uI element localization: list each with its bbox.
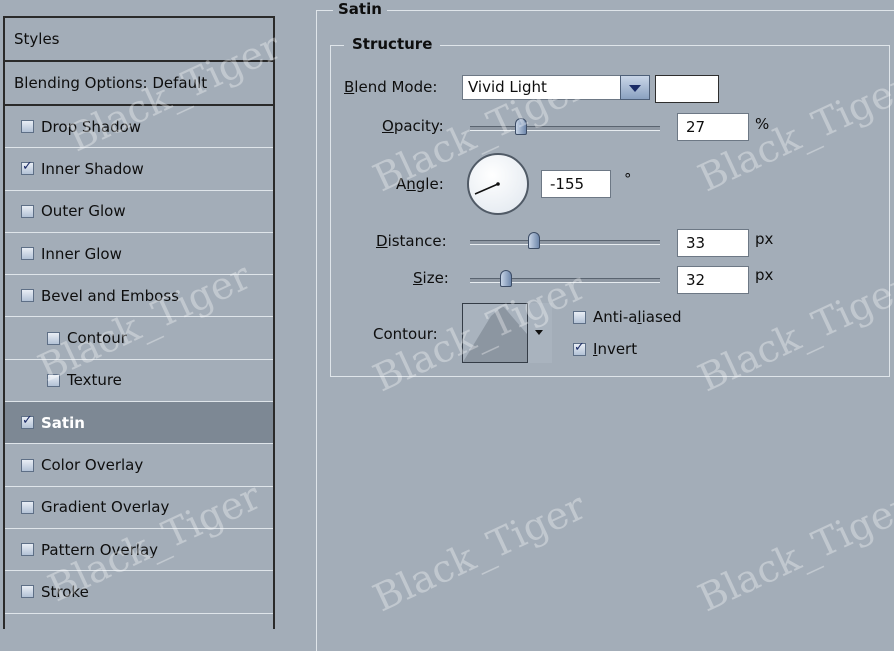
style-item-checkbox[interactable] (47, 331, 60, 345)
style-item-stroke[interactable]: Stroke (5, 571, 273, 614)
style-item-inner-shadow[interactable]: Inner Shadow (5, 148, 273, 191)
style-item-drop-shadow[interactable]: Drop Shadow (5, 106, 273, 149)
size-value: 32 (686, 271, 706, 289)
style-item-checkbox[interactable] (21, 458, 34, 472)
style-item-label: Drop Shadow (41, 117, 142, 136)
style-item-checkbox[interactable] (47, 373, 60, 387)
style-item-inner-glow[interactable]: Inner Glow (5, 233, 273, 276)
size-label: Size: (413, 269, 449, 287)
style-item-satin[interactable]: Satin (5, 402, 273, 445)
style-item-label: Stroke (41, 582, 89, 601)
invert-label: Invert (593, 340, 638, 358)
satin-color-swatch[interactable] (655, 75, 719, 103)
distance-field[interactable]: 33 (677, 229, 749, 257)
style-item-label: Pattern Overlay (41, 540, 159, 559)
satin-title: Satin (333, 0, 387, 18)
opacity-value: 27 (686, 118, 706, 136)
distance-slider-track (470, 240, 660, 245)
angle-dial-needle (474, 182, 500, 195)
blend-mode-value: Vivid Light (468, 78, 547, 96)
distance-slider-thumb[interactable] (528, 232, 540, 249)
style-item-checkbox[interactable] (21, 413, 34, 430)
style-item-checkbox[interactable] (21, 543, 34, 557)
style-item-gradient-overlay[interactable]: Gradient Overlay (5, 487, 273, 529)
contour-dropdown-button[interactable] (527, 303, 552, 363)
blending-options-item[interactable]: Blending Options: Default (5, 62, 273, 106)
angle-dial[interactable] (467, 153, 529, 215)
opacity-slider-thumb[interactable] (515, 118, 527, 135)
style-item-label: Texture (67, 371, 122, 390)
style-item-bevel-and-emboss[interactable]: Bevel and Emboss (5, 275, 273, 318)
style-item-color-overlay[interactable]: Color Overlay (5, 444, 273, 487)
distance-slider[interactable] (470, 232, 660, 250)
style-item-label: Inner Glow (41, 244, 122, 263)
style-item-checkbox[interactable] (21, 585, 34, 599)
invert-checkbox[interactable] (573, 340, 586, 356)
blending-options-label: Blending Options: Default (14, 74, 208, 92)
style-item-label: Color Overlay (41, 456, 144, 475)
opacity-slider-track (470, 126, 660, 131)
size-slider[interactable] (470, 270, 660, 288)
distance-unit: px (755, 230, 774, 248)
style-item-pattern-overlay[interactable]: Pattern Overlay (5, 529, 273, 572)
style-item-checkbox[interactable] (21, 289, 34, 303)
blend-mode-dropdown-button[interactable] (620, 75, 650, 100)
style-item-label: Gradient Overlay (41, 498, 170, 517)
angle-field[interactable]: -155 (541, 170, 611, 198)
size-slider-thumb[interactable] (500, 270, 512, 287)
style-item-checkbox[interactable] (21, 204, 34, 218)
anti-aliased-checkbox[interactable] (573, 310, 586, 324)
structure-title: Structure (344, 35, 441, 53)
style-item-label: Contour (67, 329, 127, 348)
opacity-field[interactable]: 27 (677, 113, 749, 141)
opacity-label: Opacity: (382, 117, 444, 135)
layer-style-dialog: Styles Blending Options: Default Drop Sh… (0, 0, 894, 651)
distance-value: 33 (686, 234, 706, 252)
style-item-checkbox[interactable] (21, 120, 34, 134)
satin-panel: Satin Structure Blend Mode: Vivid Light … (310, 0, 894, 651)
size-field[interactable]: 32 (677, 266, 749, 294)
style-item-label: Satin (41, 413, 85, 432)
invert-option[interactable]: Invert (573, 340, 637, 358)
opacity-slider[interactable] (470, 118, 660, 136)
angle-value: -155 (550, 175, 585, 193)
angle-label: Angle: (396, 175, 444, 193)
size-unit: px (755, 266, 774, 284)
style-item-checkbox[interactable] (21, 159, 34, 176)
style-item-checkbox[interactable] (21, 247, 34, 261)
opacity-unit: % (755, 115, 770, 133)
style-item-contour[interactable]: Contour (5, 317, 273, 360)
anti-aliased-label: Anti-aliased (593, 308, 682, 326)
contour-label: Contour: (373, 325, 438, 343)
distance-label: Distance: (376, 232, 447, 250)
styles-header-label: Styles (14, 30, 60, 48)
style-item-texture[interactable]: Texture (5, 360, 273, 403)
size-slider-track (470, 278, 660, 283)
style-item-label: Outer Glow (41, 202, 126, 221)
style-item-label: Inner Shadow (41, 159, 144, 178)
contour-curve-preview (463, 306, 527, 362)
angle-unit: ° (624, 170, 632, 188)
style-item-label: Bevel and Emboss (41, 286, 179, 305)
styles-header[interactable]: Styles (5, 18, 273, 62)
styles-list: Styles Blending Options: Default Drop Sh… (3, 16, 275, 629)
blend-mode-label: Blend Mode: (344, 78, 438, 96)
style-item-outer-glow[interactable]: Outer Glow (5, 191, 273, 233)
anti-aliased-option[interactable]: Anti-aliased (573, 308, 682, 326)
style-item-checkbox[interactable] (21, 500, 34, 514)
